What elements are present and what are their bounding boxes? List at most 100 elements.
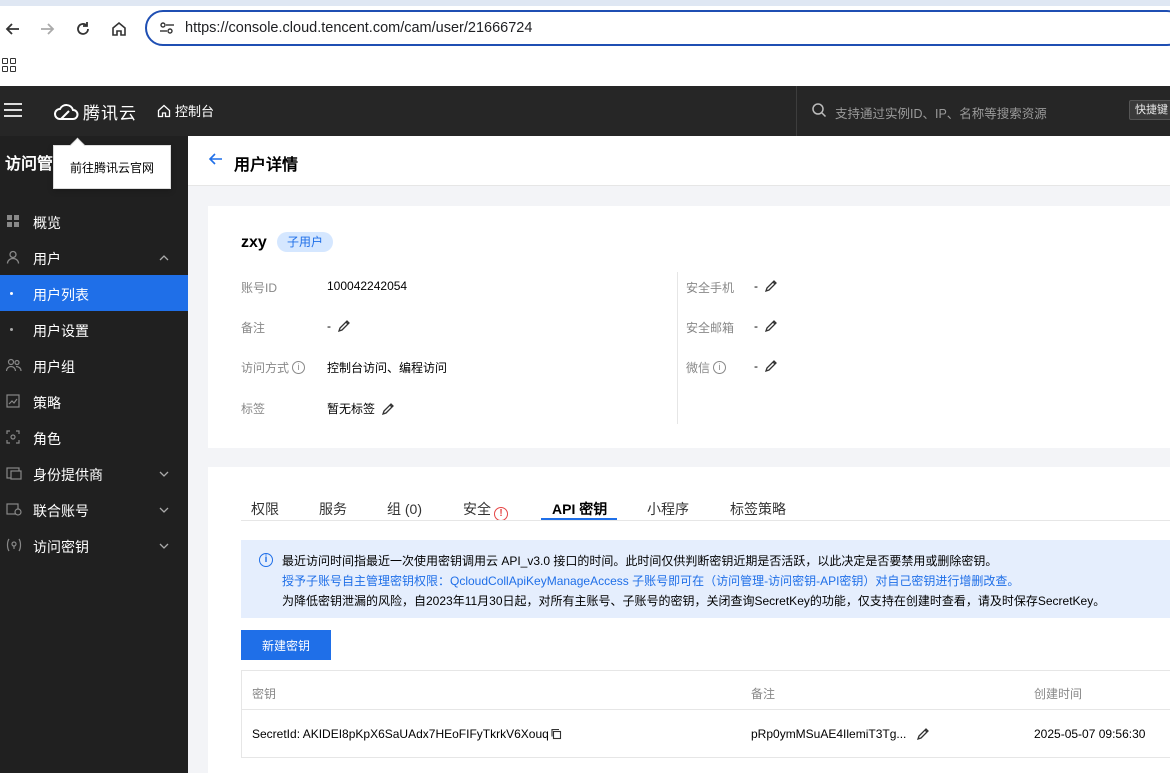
tab-permissions[interactable]: 权限	[251, 499, 279, 519]
identity-provider-icon	[6, 466, 22, 480]
menu-icon[interactable]	[4, 103, 22, 117]
security-email-field: -	[754, 319, 778, 333]
notice-link-line[interactable]: 授予子账号自主管理密钥权限：QcloudCollApiKeyManageAcce…	[282, 572, 1019, 589]
user-info-card: zxy 子用户 账号ID 100042242054 备注 - 访问方式 i 控制…	[208, 206, 1170, 448]
tab-services[interactable]: 服务	[319, 499, 347, 519]
official-site-tooltip[interactable]: 前往腾讯云官网	[53, 145, 171, 189]
sidebar-item-user-groups[interactable]: 用户组	[0, 347, 188, 383]
sidebar-title: 访问管	[5, 156, 54, 173]
console-home-link[interactable]: 控制台	[157, 101, 214, 120]
api-key-table: 密钥 备注 创建时间 SecretId: AKIDEI8pKpX6SaUAdx7…	[241, 670, 1170, 758]
wechat-field: -	[754, 359, 778, 373]
bullet-dot	[10, 328, 13, 331]
account-id-value: 100042242054	[327, 279, 408, 293]
pencil-icon[interactable]	[764, 279, 778, 293]
site-info-icon[interactable]	[157, 21, 177, 35]
search-icon	[811, 102, 827, 121]
security-email-value: -	[754, 319, 758, 333]
user-icon	[6, 250, 20, 264]
pencil-icon[interactable]	[337, 319, 351, 333]
tab-api-keys[interactable]: API 密钥	[552, 499, 607, 519]
page-title: 用户详情	[234, 157, 299, 174]
grid-icon	[6, 214, 20, 228]
info-notice: i 最近访问时间指最近一次使用密钥调用云 API_v3.0 接口的时间。此时间仅…	[241, 540, 1170, 618]
secret-id-text: SecretId: AKIDEI8pKpX6SaUAdx7HEoFIFyTkrk…	[252, 727, 549, 741]
column-header-key: 密钥	[252, 687, 277, 701]
column-header-created: 创建时间	[1034, 687, 1083, 701]
browser-toolbar: https://console.cloud.tencent.com/cam/us…	[0, 6, 1170, 50]
info-icon[interactable]: i	[292, 361, 306, 374]
account-id-label: 账号ID	[241, 281, 278, 295]
warning-icon: !	[494, 507, 508, 521]
user-group-icon	[5, 358, 22, 372]
role-icon	[6, 430, 20, 444]
address-bar[interactable]: https://console.cloud.tencent.com/cam/us…	[145, 10, 1170, 46]
sidebar-item-federated-accounts[interactable]: 联合账号	[0, 491, 188, 527]
pencil-icon[interactable]	[381, 402, 395, 416]
info-icon: i	[259, 553, 273, 567]
back-arrow-icon[interactable]	[208, 152, 224, 171]
column-header-remark: 备注	[751, 687, 776, 701]
url-text: https://console.cloud.tencent.com/cam/us…	[185, 20, 533, 36]
remark-field: -	[327, 319, 351, 333]
forward-icon[interactable]	[34, 16, 60, 42]
detail-tabs-card: 权限 服务 组 (0) 安全! API 密钥 小程序 标签策略 i 最近访问时间…	[208, 467, 1170, 773]
tab-security[interactable]: 安全!	[463, 499, 508, 521]
global-search[interactable]: 支持通过实例ID、IP、名称等搜索资源	[796, 86, 1170, 136]
active-tab-indicator	[541, 518, 617, 520]
sidebar-item-overview[interactable]: 概览	[0, 203, 188, 239]
column-divider	[677, 272, 678, 424]
info-icon[interactable]: i	[713, 361, 727, 374]
security-phone-value: -	[754, 279, 758, 293]
main-content: 用户详情 zxy 子用户 账号ID 100042242054 备注 - 访问方式…	[188, 136, 1170, 773]
tab-tag-policies[interactable]: 标签策略	[730, 499, 786, 519]
home-icon	[157, 104, 171, 117]
access-method-value: 控制台访问、编程访问	[327, 361, 448, 375]
federated-account-icon	[6, 502, 22, 516]
sidebar-item-user-settings[interactable]: 用户设置	[0, 311, 188, 347]
security-phone-label: 安全手机	[686, 281, 735, 295]
secret-id-cell: SecretId: AKIDEI8pKpX6SaUAdx7HEoFIFyTkrk…	[252, 727, 562, 741]
header-divider	[242, 709, 1170, 710]
tabs-divider	[241, 520, 1170, 521]
home-icon[interactable]	[106, 16, 132, 42]
notice-line-3: 为降低密钥泄漏的风险，自2023年11月30日起，对所有主账号、子账号的密钥，关…	[282, 594, 1106, 608]
created-time-cell: 2025-05-07 09:56:30	[1034, 727, 1146, 741]
sidebar-item-roles[interactable]: 角色	[0, 419, 188, 455]
bookmarks-bar	[0, 50, 1170, 86]
access-method-label: 访问方式 i	[241, 359, 306, 376]
remark-label: 备注	[241, 321, 266, 335]
sidebar-item-users[interactable]: 用户	[0, 239, 188, 275]
access-key-icon	[6, 538, 22, 552]
apps-grid-icon[interactable]	[2, 58, 16, 72]
sidebar: 访问管 概览 用户 用户列表 用户设置 用户组 策略 角色 身份提供商 联合账号	[0, 136, 188, 773]
cloud-logo-icon	[54, 103, 79, 120]
tag-value: 暂无标签	[327, 402, 376, 416]
tab-mini-programs[interactable]: 小程序	[647, 499, 689, 519]
wechat-label: 微信 i	[686, 359, 727, 376]
sidebar-item-identity-providers[interactable]: 身份提供商	[0, 455, 188, 491]
security-email-label: 安全邮箱	[686, 321, 735, 335]
brand-logo[interactable]: 腾讯云	[53, 99, 137, 124]
user-name: zxy	[241, 234, 267, 251]
tag-label: 标签	[241, 402, 266, 416]
pencil-icon[interactable]	[764, 359, 778, 373]
reload-icon[interactable]	[70, 16, 96, 42]
search-placeholder: 支持通过实例ID、IP、名称等搜索资源	[835, 107, 1047, 121]
sidebar-item-policies[interactable]: 策略	[0, 383, 188, 419]
role-badge: 子用户	[277, 232, 334, 252]
new-key-button[interactable]: 新建密钥	[241, 630, 331, 660]
sidebar-item-access-keys[interactable]: 访问密钥	[0, 527, 188, 563]
pencil-icon[interactable]	[764, 319, 778, 333]
copy-icon[interactable]	[550, 728, 562, 740]
tab-groups[interactable]: 组 (0)	[387, 499, 422, 519]
sidebar-item-user-list[interactable]: 用户列表	[0, 275, 188, 311]
pencil-icon[interactable]	[916, 727, 930, 741]
remark-cell: pRp0ymMSuAE4IlemiT3Tg...	[751, 727, 930, 741]
chevron-up-icon	[158, 251, 170, 267]
back-icon[interactable]	[0, 16, 26, 42]
remark-value: -	[327, 319, 331, 333]
console-top-nav: 腾讯云 控制台 支持通过实例ID、IP、名称等搜索资源	[0, 86, 1170, 136]
page-header: 用户详情	[188, 136, 1170, 186]
shortcut-key-badge[interactable]: 快捷键	[1129, 100, 1170, 120]
